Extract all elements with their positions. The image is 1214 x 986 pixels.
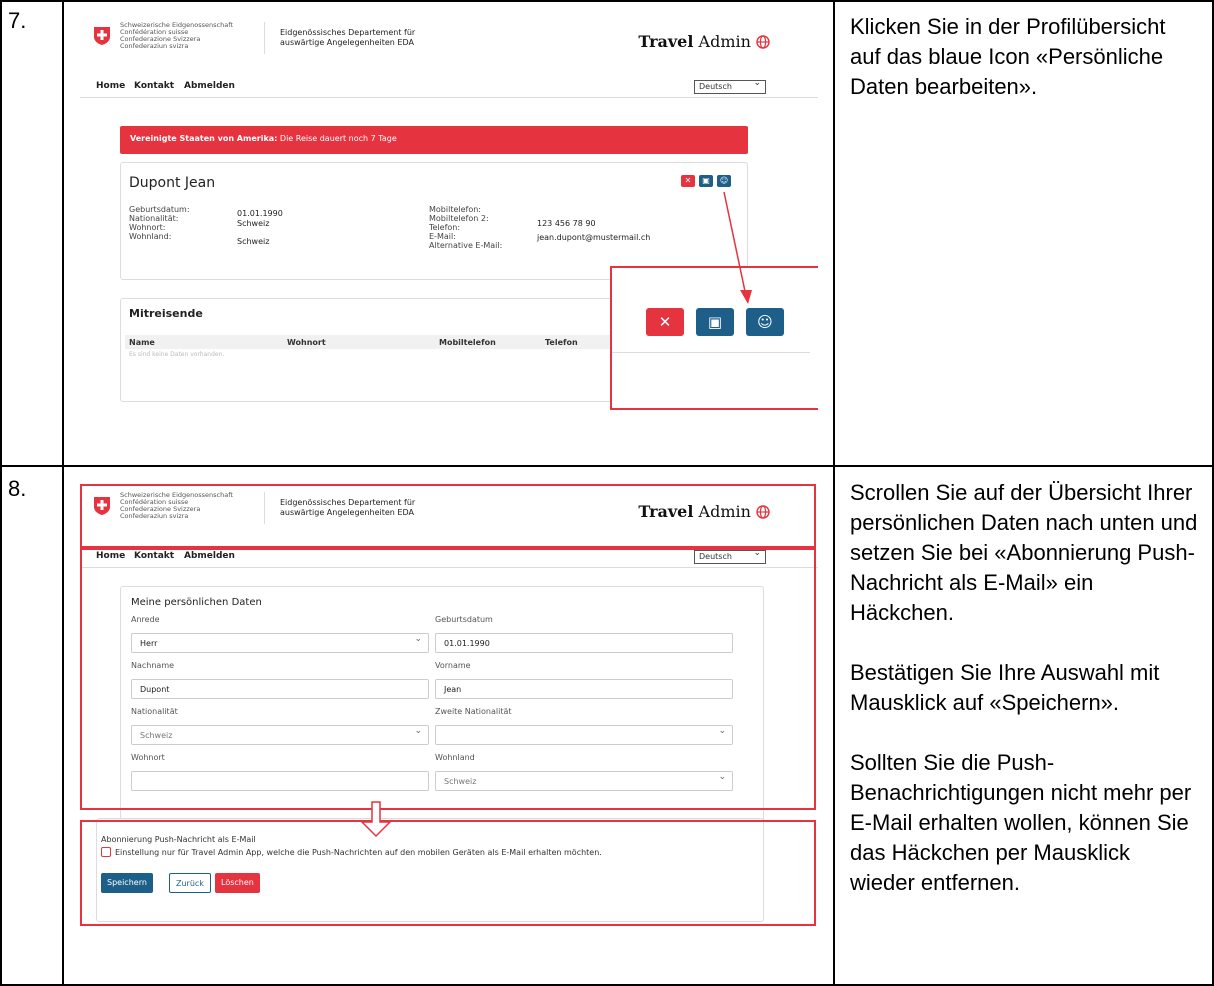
step-8-text-2: Bestätigen Sie Ihre Auswahl mit Mausklic…: [850, 660, 1160, 715]
step-7-text: Klicken Sie in der Profilübersicht auf d…: [850, 14, 1166, 99]
scroll-down-arrow-icon: [360, 801, 392, 838]
step-number-8: 8.: [8, 476, 27, 501]
table-col-divider-2: [833, 0, 835, 986]
screenshot-profile-overview: Schweizerische Eidgenossenschaft Confédé…: [80, 14, 818, 454]
table-border-left: [0, 0, 2, 986]
table-col-divider-1: [62, 0, 64, 986]
table-border-top: [0, 0, 1214, 2]
step-8-instruction: Scrollen Sie auf der Übersicht Ihrer per…: [850, 478, 1200, 928]
pointer-arrow: [723, 191, 752, 304]
step-8-text-3: Sollten Sie die Push-Benachrichtigungen …: [850, 750, 1192, 895]
step-number-7: 7.: [8, 8, 27, 33]
table-row-divider: [0, 465, 1214, 467]
instruction-table: 7. 8. Klicken Sie in der Profilübersicht…: [0, 0, 1214, 986]
step-7-instruction: Klicken Sie in der Profilübersicht auf d…: [850, 12, 1200, 132]
step-8-text-1: Scrollen Sie auf der Übersicht Ihrer per…: [850, 480, 1198, 625]
screenshot-edit-personal-data: Schweizerische Eidgenossenschaft Confédé…: [80, 484, 818, 978]
